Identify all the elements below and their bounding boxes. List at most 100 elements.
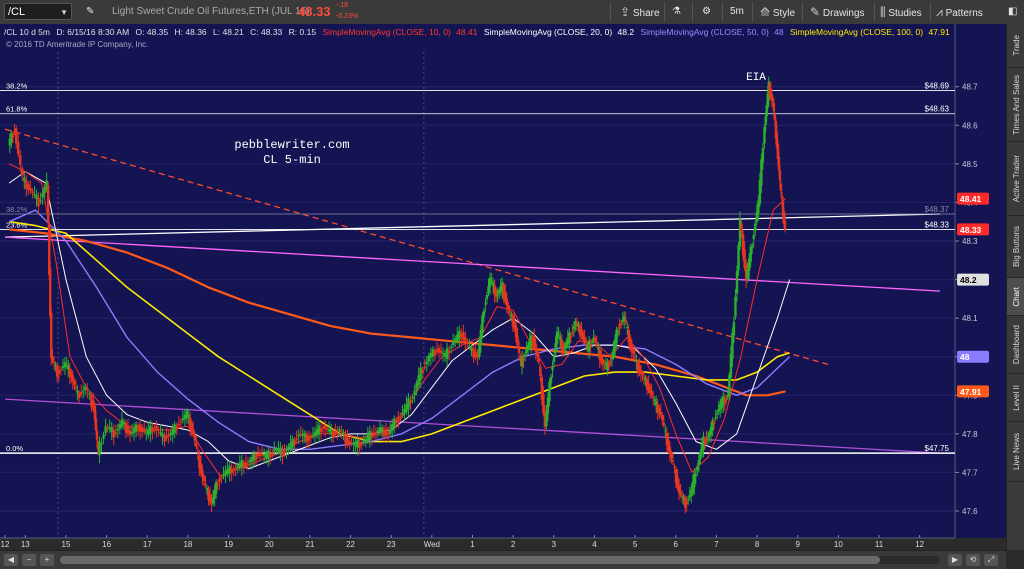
reset-zoom-icon[interactable]: ⟲ bbox=[966, 554, 980, 566]
candle-body bbox=[187, 414, 190, 417]
candle-body bbox=[508, 311, 512, 313]
candle-body bbox=[653, 399, 656, 401]
candle-body bbox=[143, 430, 146, 432]
side-tab-active-trader[interactable]: Active Trader bbox=[1007, 142, 1024, 216]
time-tick-label: 10 bbox=[834, 540, 843, 549]
candle-body bbox=[715, 413, 719, 415]
candle-body bbox=[496, 293, 499, 295]
share-icon: ⇪ bbox=[620, 5, 631, 19]
candle-body bbox=[193, 434, 196, 441]
candle-body bbox=[258, 452, 262, 456]
plot-background bbox=[0, 24, 955, 538]
fib-ratio-label: 61.8% bbox=[6, 105, 28, 114]
scroll-right-icon[interactable]: ▶ bbox=[948, 554, 962, 566]
candle-body bbox=[642, 376, 646, 378]
price-chart[interactable]: 38.2% $48.6961.8% $48.6338.2% $48.3723.6% $4… bbox=[0, 24, 1006, 550]
candle-body bbox=[685, 501, 688, 505]
time-tick-label: 21 bbox=[305, 540, 314, 549]
drawings-button[interactable]: ✎ Drawings bbox=[810, 0, 865, 24]
toolbar-divider bbox=[664, 2, 665, 22]
side-tab-label: Chart bbox=[1011, 286, 1021, 307]
scrollbar-track[interactable] bbox=[60, 556, 940, 564]
price-tag-label: 48.41 bbox=[960, 194, 982, 204]
time-scrollbar[interactable]: ◀ − + ▶ ⟲ ⤢ bbox=[0, 550, 1006, 569]
side-tab-label: Live News bbox=[1011, 433, 1021, 470]
patterns-icon: ⩘ bbox=[936, 5, 943, 19]
last-price: 48.33 bbox=[298, 4, 331, 19]
share-button[interactable]: ⇪ Share bbox=[620, 0, 660, 24]
price-tick-label: 48.1 bbox=[962, 314, 978, 323]
fib-price-label: $48.69 bbox=[925, 82, 950, 91]
timeframe-label: 5m bbox=[730, 6, 744, 17]
candle-body bbox=[447, 351, 451, 353]
candle-body bbox=[196, 451, 200, 453]
candle-body bbox=[728, 375, 731, 396]
candle-body bbox=[490, 280, 493, 282]
style-label: Style bbox=[772, 8, 796, 19]
candle-body bbox=[572, 326, 576, 330]
candle-body bbox=[445, 348, 449, 360]
sma100-value: 47.91 bbox=[928, 27, 950, 37]
price-tick-label: 47.8 bbox=[962, 430, 978, 439]
fib-price-label: $48.63 bbox=[925, 105, 950, 114]
candle-body bbox=[451, 341, 455, 346]
candle-body bbox=[179, 421, 183, 423]
side-tab-label: Big Buttons bbox=[1011, 226, 1021, 267]
candle-body bbox=[735, 270, 739, 294]
candle-body bbox=[760, 159, 763, 186]
candle-body bbox=[481, 315, 484, 334]
side-tab-times-and-sales[interactable]: Times And Sales bbox=[1007, 68, 1024, 142]
style-button[interactable]: ⟰ Style bbox=[760, 0, 795, 24]
candle-body bbox=[487, 286, 490, 294]
candle-body bbox=[86, 388, 89, 391]
zoom-out-icon[interactable]: − bbox=[22, 554, 36, 566]
side-tab-big-buttons[interactable]: Big Buttons bbox=[1007, 216, 1024, 278]
candle-body bbox=[746, 269, 749, 280]
flask-icon[interactable]: ⚗ bbox=[672, 0, 681, 24]
drawing-pen-icon: ✎ bbox=[810, 5, 821, 19]
candle-body bbox=[167, 435, 170, 437]
candle-body bbox=[491, 282, 495, 286]
candle-body bbox=[558, 336, 562, 340]
info-symbol-period: /CL 10 d 5m bbox=[4, 27, 50, 37]
candle-body bbox=[52, 361, 56, 363]
fib-price-label: $48.33 bbox=[925, 220, 950, 229]
candle-body bbox=[761, 148, 765, 163]
symbol-text: /CL bbox=[8, 6, 26, 18]
candle-body bbox=[740, 223, 743, 233]
candle-body bbox=[595, 343, 598, 345]
candle-body bbox=[601, 359, 605, 364]
patterns-button[interactable]: ⩘ Patterns bbox=[936, 0, 983, 24]
studies-button[interactable]: ⫼ Studies bbox=[880, 0, 922, 24]
candle-body bbox=[694, 475, 698, 477]
zoom-in-icon[interactable]: + bbox=[40, 554, 54, 566]
candle-body bbox=[11, 134, 15, 138]
candle-body bbox=[283, 451, 286, 454]
candle-body bbox=[520, 355, 524, 367]
side-tab-trade[interactable]: Trade bbox=[1007, 24, 1024, 68]
timeframe-selector[interactable]: 5m bbox=[730, 0, 744, 24]
side-tab-chart[interactable]: Chart bbox=[1007, 278, 1024, 316]
candle-body bbox=[664, 430, 667, 432]
candle-body bbox=[712, 421, 716, 425]
expand-icon[interactable]: ⤢ bbox=[984, 554, 998, 566]
symbol-selector[interactable]: /CL ▼ bbox=[4, 3, 72, 20]
candle-body bbox=[507, 305, 510, 310]
candle-body bbox=[650, 391, 653, 396]
time-tick-label: 9 bbox=[795, 540, 800, 549]
pencil-icon[interactable]: ✎ bbox=[86, 0, 94, 24]
candle-body bbox=[594, 337, 597, 342]
gear-icon[interactable]: ⚙ bbox=[702, 0, 711, 24]
price-tick-label: 48.3 bbox=[962, 237, 978, 246]
candle-body bbox=[705, 438, 708, 441]
side-tab-live-news[interactable]: Live News bbox=[1007, 422, 1024, 482]
chart-toolbar: /CL ▼ ✎ Light Sweet Crude Oil Futures,ET… bbox=[0, 0, 1024, 25]
side-tab-level-ii[interactable]: Level II bbox=[1007, 374, 1024, 422]
candle-body bbox=[100, 443, 103, 445]
studies-icon: ⫼ bbox=[880, 5, 886, 19]
scrollbar-thumb[interactable] bbox=[60, 556, 880, 564]
side-tab-dashboard[interactable]: Dashboard bbox=[1007, 316, 1024, 374]
scroll-left-icon[interactable]: ◀ bbox=[4, 554, 18, 566]
time-tick-label: 7 bbox=[714, 540, 719, 549]
collapse-panel-icon[interactable]: ◧ bbox=[1008, 0, 1017, 24]
